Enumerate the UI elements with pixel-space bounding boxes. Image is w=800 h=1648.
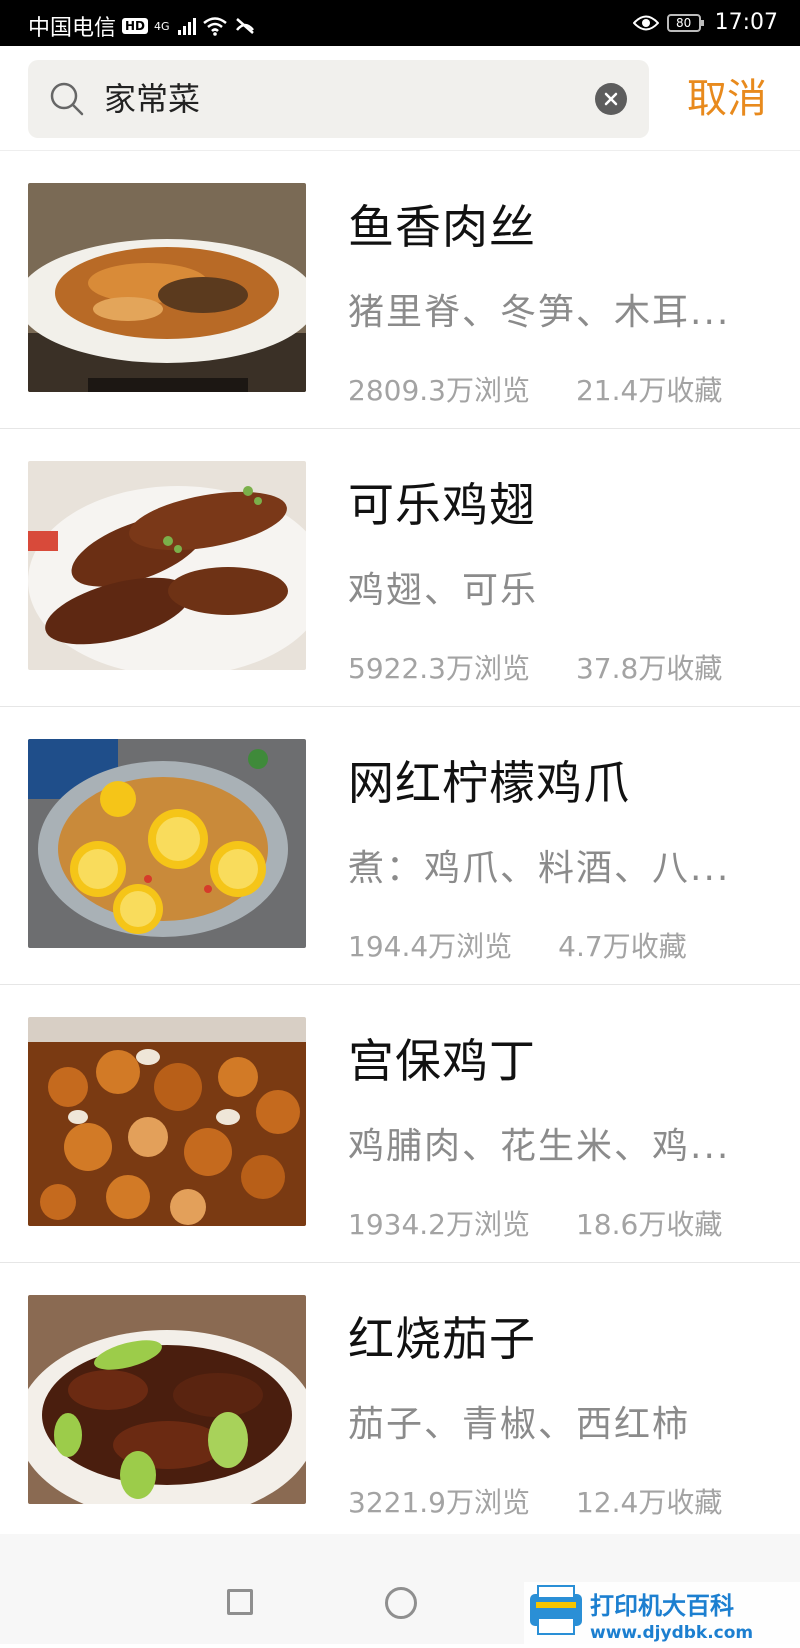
signal-icon (177, 17, 196, 35)
favorite-count: 12.4万收藏 (575, 1486, 723, 1519)
recipe-item[interactable]: 宫保鸡丁 鸡脯肉、花生米、鸡... 1934.2万浏览 18.6万收藏 (0, 985, 800, 1263)
view-count: 2809.3万浏览 (348, 374, 530, 407)
view-count: 1934.2万浏览 (348, 1208, 530, 1241)
favorite-count: 37.8万收藏 (575, 652, 723, 685)
home-button[interactable] (385, 1587, 417, 1619)
carrier-label: 中国电信 (28, 16, 117, 41)
status-right: 80 17:07 (632, 10, 778, 35)
recipe-item[interactable]: 网红柠檬鸡爪 煮：鸡爪、料酒、八... 194.4万浏览 4.7万收藏 (0, 707, 800, 985)
recipe-item[interactable]: 红烧茄子 茄子、青椒、西红柿 3221.9万浏览 12.4万收藏 (0, 1263, 800, 1541)
watermark-title: 打印机大百科 (590, 1592, 734, 1620)
network-type: 4G (154, 19, 170, 33)
recipe-stats: 194.4万浏览 4.7万收藏 (348, 925, 687, 965)
search-input[interactable]: 家常菜 (104, 60, 200, 138)
recipe-title: 红烧茄子 (348, 1312, 536, 1366)
recipe-stats: 5922.3万浏览 37.8万收藏 (348, 647, 722, 687)
clear-search-button[interactable] (595, 83, 627, 115)
recipe-ingredients: 鸡脯肉、花生米、鸡... (348, 1126, 731, 1167)
recipe-thumbnail[interactable] (28, 183, 306, 392)
recipe-thumbnail[interactable] (28, 739, 306, 948)
recipe-stats: 1934.2万浏览 18.6万收藏 (348, 1203, 722, 1243)
clock: 17:07 (714, 10, 778, 35)
recents-button[interactable] (227, 1589, 253, 1615)
battery-icon: 80 (666, 13, 704, 32)
recipe-thumbnail[interactable] (28, 1017, 306, 1226)
status-bar: 中国电信 HD 4G 80 17:07 (0, 0, 800, 46)
battery-level: 80 (675, 15, 692, 30)
close-icon (604, 92, 618, 106)
recipe-ingredients: 猪里脊、冬笋、木耳... (348, 292, 731, 333)
status-left: 中国电信 HD 4G (28, 10, 256, 42)
watermark-url: www.djydbk.com (590, 1623, 753, 1643)
recipe-thumbnail[interactable] (28, 461, 306, 670)
recipe-title: 鱼香肉丝 (348, 200, 536, 254)
view-count: 5922.3万浏览 (348, 652, 530, 685)
recipe-title: 宫保鸡丁 (348, 1034, 536, 1088)
favorite-count: 21.4万收藏 (575, 374, 723, 407)
recipe-title: 可乐鸡翅 (348, 478, 536, 532)
recipe-thumbnail[interactable] (28, 1295, 306, 1504)
favorite-count: 4.7万收藏 (558, 930, 687, 963)
recipe-item[interactable]: 鱼香肉丝 猪里脊、冬笋、木耳... 2809.3万浏览 21.4万收藏 (0, 151, 800, 429)
search-box[interactable]: 家常菜 (28, 60, 649, 138)
recipe-ingredients: 茄子、青椒、西红柿 (348, 1404, 691, 1445)
eye-comfort-icon (632, 15, 659, 30)
hd-badge: HD (122, 18, 149, 34)
view-count: 3221.9万浏览 (348, 1486, 530, 1519)
favorite-count: 18.6万收藏 (575, 1208, 723, 1241)
wifi-icon (202, 17, 227, 36)
recipe-stats: 3221.9万浏览 12.4万收藏 (348, 1481, 722, 1521)
recipe-ingredients: 鸡翅、可乐 (348, 570, 539, 611)
recipe-title: 网红柠檬鸡爪 (348, 756, 630, 810)
recipe-list: 鱼香肉丝 猪里脊、冬笋、木耳... 2809.3万浏览 21.4万收藏 可乐鸡翅 (0, 151, 800, 1541)
cancel-button[interactable]: 取消 (672, 62, 782, 136)
no-call-icon (235, 18, 254, 34)
recipe-item[interactable]: 可乐鸡翅 鸡翅、可乐 5922.3万浏览 37.8万收藏 (0, 429, 800, 707)
recipe-ingredients: 煮：鸡爪、料酒、八... (348, 848, 731, 889)
recipe-stats: 2809.3万浏览 21.4万收藏 (348, 369, 722, 409)
watermark-logo: 打印机大百科 www.djydbk.com (524, 1578, 800, 1644)
view-count: 194.4万浏览 (348, 930, 513, 963)
search-icon (50, 82, 84, 116)
